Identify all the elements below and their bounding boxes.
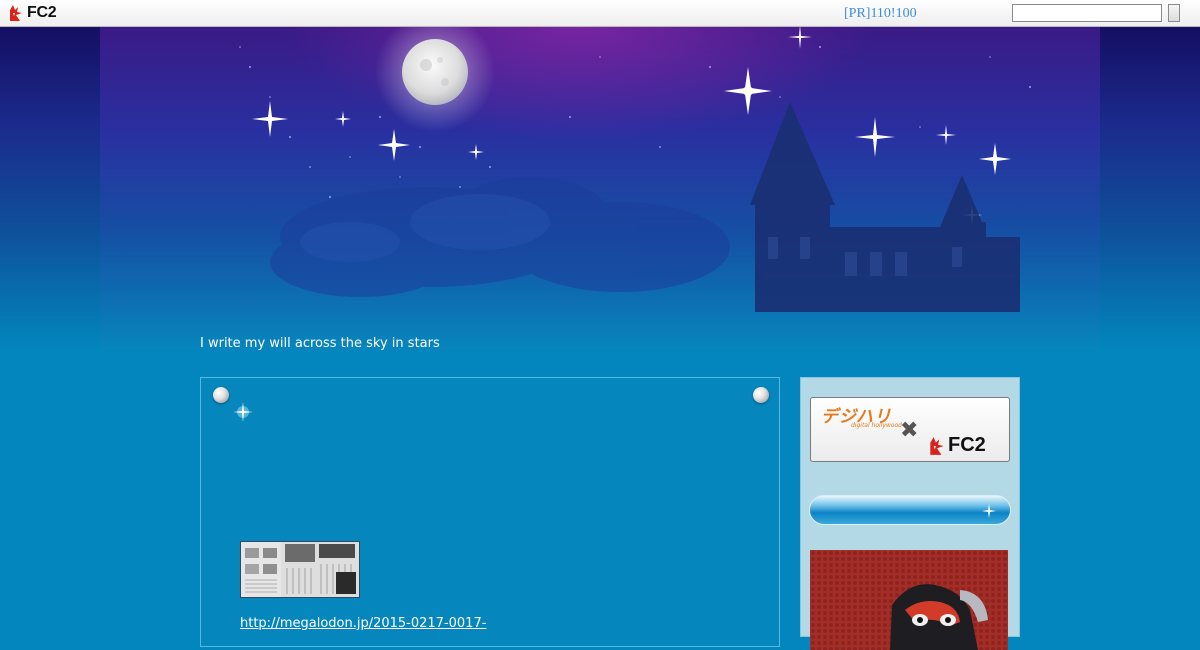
banner-cross-icon: ✖ [900,418,919,443]
entry-thumbnail[interactable] [240,541,360,598]
fc2-logo[interactable]: FC2 [7,4,57,22]
banner-fc2-text: FC2 [948,434,986,456]
pushpin-icon [213,387,229,403]
search-input[interactable] [1012,4,1162,22]
fc2-logo-text: FC2 [27,4,57,21]
pushpin-icon [753,387,769,403]
fc2-toolbar: FC2 [PR]110!100 [0,0,1200,27]
header-night-sky-illustration [100,27,1100,350]
banner-brand-right: FC2 [927,434,986,457]
banner-brand-left-sub: digital hollywood [851,422,902,429]
blog-tagline: I write my will across the sky in stars [200,336,440,351]
sparkle-icon [233,402,253,422]
fc2-logo-icon [930,436,944,455]
entry-url-link[interactable]: http://megalodon.jp/2015-0217-0017- [240,616,486,631]
sidebar: デジハリ digital hollywood ✖ FC2 [800,377,1020,650]
sparkle-icon [982,504,996,518]
pr-ad-link[interactable]: [PR]110!100 [844,6,917,22]
sidebar-section-heading [809,495,1011,525]
moon [402,39,468,105]
digihari-fc2-banner[interactable]: デジハリ digital hollywood ✖ FC2 [810,397,1010,462]
profile-image [810,550,1008,650]
blog-header: I write my will across the sky in stars [0,27,1200,351]
fc2-logo-icon [10,5,22,21]
search-button[interactable] [1168,4,1180,22]
blog-entry: http://megalodon.jp/2015-0217-0017- [200,377,780,647]
